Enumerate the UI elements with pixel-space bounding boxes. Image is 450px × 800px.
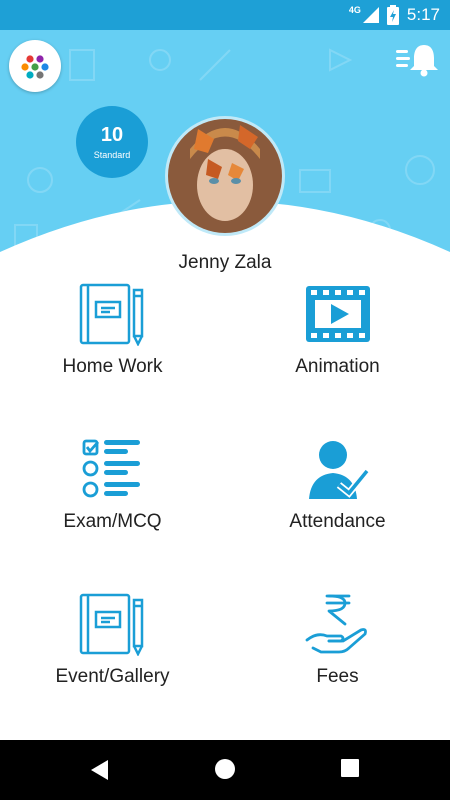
- menu-event-gallery-label: Event/Gallery: [55, 666, 170, 687]
- user-photo-icon: [168, 119, 282, 233]
- menu-exam-mcq[interactable]: Exam/MCQ: [0, 437, 225, 567]
- notebook-pencil-icon: [79, 283, 143, 346]
- menu-exam-mcq-label: Exam/MCQ: [63, 511, 162, 532]
- menu-home-work-label: Home Work: [62, 356, 163, 377]
- standard-label: Standard: [93, 150, 131, 160]
- menu-animation-label: Animation: [295, 356, 380, 377]
- checklist-icon: [82, 439, 140, 498]
- menu-animation[interactable]: Animation: [225, 282, 450, 412]
- home-circle-icon[interactable]: [214, 758, 236, 780]
- person-check-icon: [308, 441, 370, 499]
- menu-attendance-label: Attendance: [289, 511, 386, 532]
- status-bar: 4G 5:17: [0, 0, 450, 30]
- recents-square-icon[interactable]: [340, 758, 360, 778]
- battery-charging-icon: [386, 5, 399, 25]
- notification-bell-icon: [396, 45, 438, 77]
- android-nav-bar: [0, 740, 450, 800]
- menu-fees-label: Fees: [316, 666, 359, 687]
- menu-attendance[interactable]: Attendance: [225, 437, 450, 567]
- standard-number: 10: [100, 124, 124, 146]
- app-logo-dots-icon: [21, 55, 49, 79]
- notebook-pencil-icon: [79, 593, 143, 656]
- menu-fees[interactable]: Fees: [225, 592, 450, 722]
- video-film-icon: [305, 286, 370, 342]
- avatar[interactable]: [168, 119, 282, 233]
- status-time: 5:17: [406, 5, 440, 24]
- network-type: 4G: [348, 5, 361, 15]
- cell-signal-icon: [362, 7, 379, 23]
- rupee-hand-icon: [305, 594, 367, 654]
- notification-button[interactable]: [396, 42, 438, 78]
- menu-home-work[interactable]: Home Work: [0, 282, 225, 412]
- menu-event-gallery[interactable]: Event/Gallery: [0, 592, 225, 722]
- user-name: Jenny Zala: [178, 252, 272, 273]
- standard-badge: 10 Standard: [76, 106, 148, 178]
- back-triangle-icon[interactable]: [88, 758, 112, 782]
- app-logo-button[interactable]: [9, 40, 61, 92]
